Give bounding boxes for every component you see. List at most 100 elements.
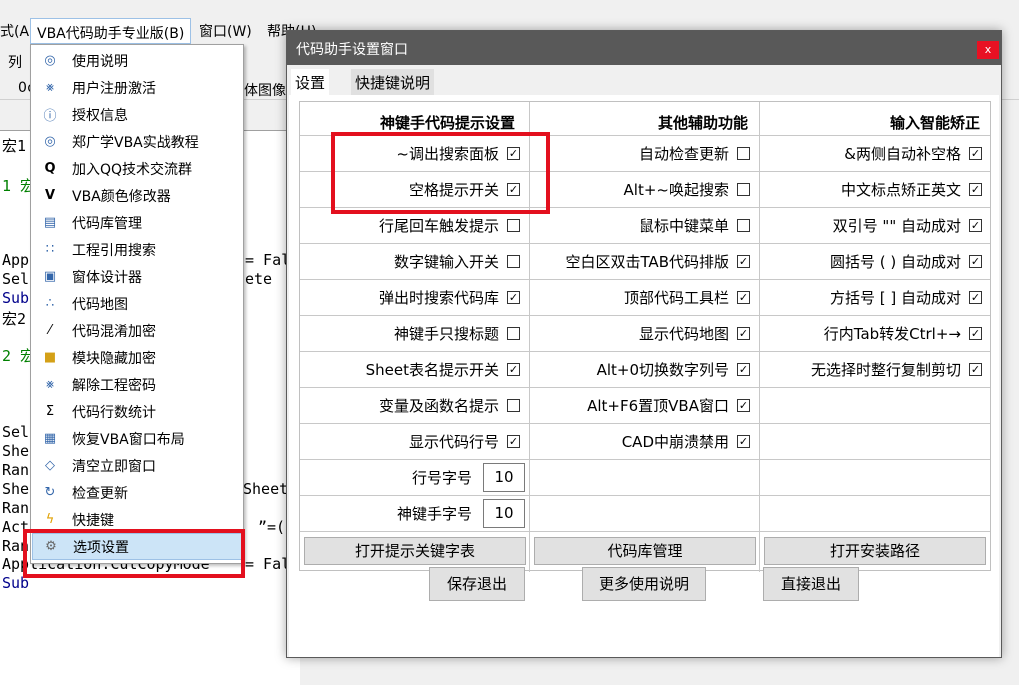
tab-shortcuts[interactable]: 快捷键说明 <box>351 69 435 95</box>
checkbox[interactable]: ✓ <box>969 254 982 268</box>
option-alt-f6[interactable]: Alt+F6置顶VBA窗口 ✓ <box>532 393 750 417</box>
menu-item-remove-password[interactable]: ⨳ 解除工程密码 <box>32 371 242 398</box>
option-tab-format[interactable]: 空白区双击TAB代码排版 ✓ <box>532 249 750 273</box>
option-punctuation[interactable]: 中文标点矫正英文 ✓ <box>762 177 982 201</box>
option-top-toolbar[interactable]: 顶部代码工具栏 ✓ <box>532 285 750 309</box>
option-brackets[interactable]: 方括号 [ ] 自动成对 ✓ <box>762 285 982 309</box>
menu-item-options[interactable]: ⚙ 选项设置 <box>32 533 242 560</box>
checkbox[interactable] <box>507 326 520 340</box>
checkbox[interactable]: ✓ <box>737 434 750 448</box>
option-double-quote[interactable]: 双引号 "" 自动成对 ✓ <box>762 213 982 237</box>
code-library-button[interactable]: 代码库管理 <box>534 537 756 565</box>
menu-item-shortcuts[interactable]: ϟ 快捷键 <box>32 506 242 533</box>
open-keyword-table-button[interactable]: 打开提示关键字表 <box>304 537 526 565</box>
line-font-label: 行号字号 <box>411 468 472 487</box>
exit-button[interactable]: 直接退出 <box>763 567 859 601</box>
option-search-panel[interactable]: ~调出搜索面板 ✓ <box>300 141 520 165</box>
option-cad-crash[interactable]: CAD中崩溃禁用 ✓ <box>532 429 750 453</box>
more-help-button[interactable]: 更多使用说明 <box>582 567 706 601</box>
menu-item-reference-search[interactable]: ∷ 工程引用搜索 <box>32 236 242 263</box>
checkbox[interactable] <box>507 218 520 232</box>
menu-item-line-count[interactable]: Σ 代码行数统计 <box>32 398 242 425</box>
library-icon: ▤ <box>43 215 57 230</box>
god-font-input[interactable]: 10 <box>483 499 525 528</box>
menu-item-register[interactable]: ⨳ 用户注册激活 <box>32 74 242 101</box>
option-copy-line[interactable]: 无选择时整行复制剪切 ✓ <box>762 357 982 381</box>
checkbox[interactable]: ✓ <box>969 218 982 232</box>
option-title-only[interactable]: 神键手只搜标题 <box>300 321 520 345</box>
checkbox[interactable]: ✓ <box>737 290 750 304</box>
checkbox[interactable]: ✓ <box>969 290 982 304</box>
menu-vba-assistant[interactable]: VBA代码助手专业版(B) <box>30 18 192 44</box>
dialog-titlebar[interactable]: 代码助手设置窗口 x <box>287 31 1001 65</box>
option-alt0[interactable]: Alt+0切换数字列号 ✓ <box>532 357 750 381</box>
menu-item-check-update[interactable]: ↻ 检查更新 <box>32 479 242 506</box>
menu-item-form-designer[interactable]: ▣ 窗体设计器 <box>32 263 242 290</box>
line-font-input[interactable]: 10 <box>483 463 525 492</box>
menu-item-label: 代码地图 <box>72 296 128 313</box>
menu-item-qq-group[interactable]: Q 加入QQ技术交流群 <box>32 155 242 182</box>
checkbox[interactable]: ✓ <box>737 254 750 268</box>
option-ampersand-space[interactable]: &两侧自动补空格 ✓ <box>762 141 982 165</box>
menu-item-tutorial[interactable]: ◎ 郑广学VBA实战教程 <box>32 128 242 155</box>
menu-item-label: 郑广学VBA实战教程 <box>72 134 199 151</box>
option-var-hint[interactable]: 变量及函数名提示 <box>300 393 520 417</box>
checkbox[interactable]: ✓ <box>507 434 520 448</box>
key-icon: ⨳ <box>45 80 55 95</box>
menu-item-code-map[interactable]: ∴ 代码地图 <box>32 290 242 317</box>
menu-item-module-hide[interactable]: ■ 模块隐藏加密 <box>32 344 242 371</box>
option-popup-search[interactable]: 弹出时搜索代码库 ✓ <box>300 285 520 309</box>
menu-item-obfuscate[interactable]: ⁄ 代码混淆加密 <box>32 317 242 344</box>
grid-divider <box>300 315 990 316</box>
toolbar-column[interactable]: 列 <box>8 52 22 72</box>
option-space-hint[interactable]: 空格提示开关 ✓ <box>300 177 520 201</box>
close-button[interactable]: x <box>977 41 999 59</box>
option-label: 行内Tab转发Ctrl+→ <box>823 324 961 343</box>
menu-item-license[interactable]: ⓘ 授权信息 <box>32 101 242 128</box>
option-label: 无选择时整行复制剪切 <box>810 360 961 379</box>
open-install-path-button[interactable]: 打开安装路径 <box>764 537 986 565</box>
checkbox[interactable]: ✓ <box>507 290 520 304</box>
code-line: App <box>2 251 30 269</box>
menu-item-usage[interactable]: ◎ 使用说明 <box>32 47 242 74</box>
save-exit-button[interactable]: 保存退出 <box>429 567 525 601</box>
menu-item-color-editor[interactable]: V VBA颜色修改器 <box>32 182 242 209</box>
checkbox[interactable] <box>737 182 750 196</box>
checkbox[interactable]: ✓ <box>969 326 982 340</box>
toolbar-image[interactable]: 体图像 <box>244 80 286 100</box>
checkbox[interactable]: ✓ <box>507 362 520 376</box>
option-code-map[interactable]: 显示代码地图 ✓ <box>532 321 750 345</box>
magnify-icon: ◎ <box>44 134 56 149</box>
option-auto-update[interactable]: 自动检查更新 <box>532 141 750 165</box>
checkbox[interactable]: ✓ <box>507 146 520 160</box>
option-numpad[interactable]: 数字键输入开关 <box>300 249 520 273</box>
checkbox[interactable]: ✓ <box>737 362 750 376</box>
menu-item-clear-immediate[interactable]: ◇ 清空立即窗口 <box>32 452 242 479</box>
checkbox[interactable] <box>507 398 520 412</box>
checkbox[interactable] <box>737 218 750 232</box>
checkbox[interactable] <box>737 146 750 160</box>
menu-item-restore-layout[interactable]: ▦ 恢复VBA窗口布局 <box>32 425 242 452</box>
option-line-numbers[interactable]: 显示代码行号 ✓ <box>300 429 520 453</box>
menu-window[interactable]: 窗口(W) <box>199 21 252 41</box>
option-inline-tab[interactable]: 行内Tab转发Ctrl+→ ✓ <box>762 321 982 345</box>
header-code-hint: 神键手代码提示设置 <box>380 114 516 132</box>
option-sheet-hint[interactable]: Sheet表名提示开关 ✓ <box>300 357 520 381</box>
menu-item-label: 模块隐藏加密 <box>72 350 156 367</box>
checkbox[interactable]: ✓ <box>969 182 982 196</box>
checkbox[interactable]: ✓ <box>737 398 750 412</box>
menu-item-code-library[interactable]: ▤ 代码库管理 <box>32 209 242 236</box>
checkbox[interactable]: ✓ <box>969 362 982 376</box>
option-label: 圆括号 ( ) 自动成对 <box>829 252 961 271</box>
option-middle-click[interactable]: 鼠标中键菜单 <box>532 213 750 237</box>
code-fragment: Sheet <box>243 480 289 498</box>
checkbox[interactable] <box>507 254 520 268</box>
option-enter-hint[interactable]: 行尾回车触发提示 <box>300 213 520 237</box>
checkbox[interactable]: ✓ <box>737 326 750 340</box>
option-label: 显示代码行号 <box>408 432 499 451</box>
option-alt-search[interactable]: Alt+~唤起搜索 <box>532 177 750 201</box>
tab-settings[interactable]: 设置 <box>291 69 330 95</box>
option-parentheses[interactable]: 圆括号 ( ) 自动成对 ✓ <box>762 249 982 273</box>
checkbox[interactable]: ✓ <box>507 182 520 196</box>
checkbox[interactable]: ✓ <box>969 146 982 160</box>
